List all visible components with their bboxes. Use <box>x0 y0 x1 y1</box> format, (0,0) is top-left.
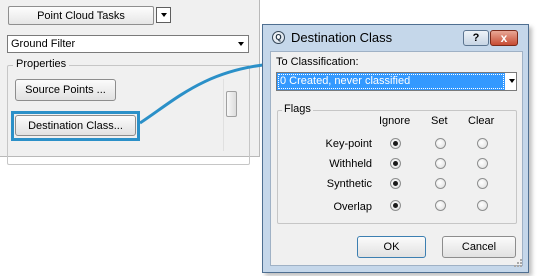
flag-label-overlap: Overlap <box>333 201 372 213</box>
withheld-clear-radio[interactable] <box>477 158 488 169</box>
flag-label-key-point: Key-point <box>325 138 372 150</box>
withheld-set-radio[interactable] <box>435 158 446 169</box>
flag-label-withheld: Withheld <box>329 158 372 170</box>
flags-legend: Flags <box>282 103 313 115</box>
cancel-button[interactable]: Cancel <box>442 236 516 258</box>
withheld-ignore-radio[interactable] <box>390 158 401 169</box>
close-button[interactable]: x <box>490 30 518 46</box>
synthetic-set-radio[interactable] <box>435 178 446 189</box>
key-point-ignore-radio[interactable] <box>390 138 401 149</box>
classification-selected-value[interactable]: 0 Created, never classified <box>277 73 505 90</box>
column-header-ignore: Ignore <box>379 115 411 127</box>
overlap-set-radio[interactable] <box>435 200 446 211</box>
help-button[interactable]: ? <box>463 30 489 46</box>
key-point-set-radio[interactable] <box>435 138 446 149</box>
column-header-set: Set <box>431 115 448 127</box>
chevron-down-icon[interactable] <box>509 79 515 83</box>
to-classification-label: To Classification: <box>276 56 359 68</box>
cancel-label: Cancel <box>461 241 497 253</box>
dialog-title: Destination Class <box>291 30 393 45</box>
callout-curve <box>139 62 273 125</box>
ok-label: OK <box>383 241 400 253</box>
close-icon: x <box>500 31 508 45</box>
synthetic-ignore-radio[interactable] <box>390 178 401 189</box>
column-header-clear: Clear <box>468 115 495 127</box>
ok-button[interactable]: OK <box>357 236 426 258</box>
flag-label-synthetic: Synthetic <box>326 178 372 190</box>
synthetic-clear-radio[interactable] <box>477 178 488 189</box>
overlap-clear-radio[interactable] <box>477 200 488 211</box>
help-icon: ? <box>472 32 480 44</box>
resize-grip-icon[interactable] <box>513 258 523 268</box>
key-point-clear-radio[interactable] <box>477 138 488 149</box>
app-icon: Q <box>272 31 285 44</box>
overlap-ignore-radio[interactable] <box>390 200 401 211</box>
